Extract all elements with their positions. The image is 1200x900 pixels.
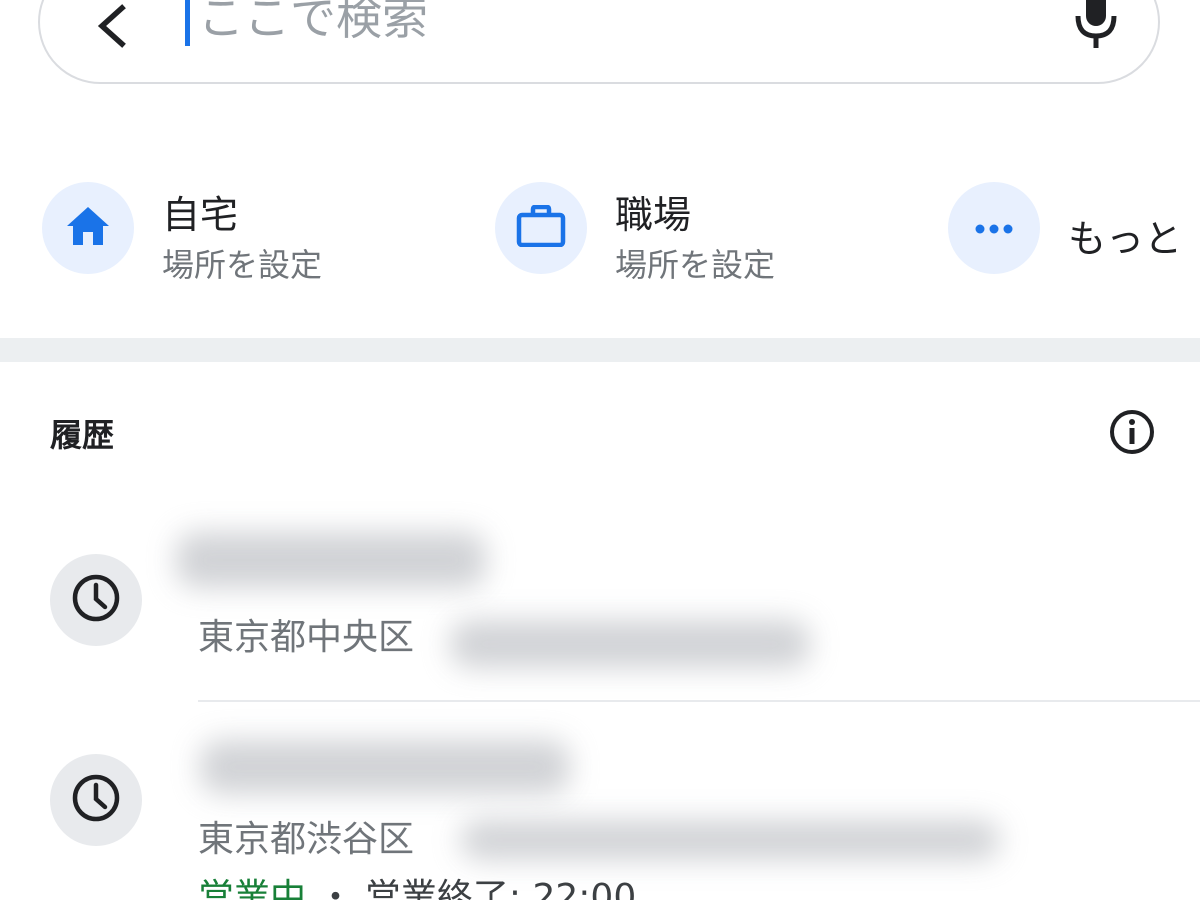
business-status: 営業中 ・ 営業終了: 22:00	[198, 868, 636, 900]
blurred-place-name	[200, 740, 570, 794]
search-bar[interactable]	[38, 0, 1160, 84]
shortcut-subtitle: 場所を設定	[615, 246, 776, 284]
history-heading: 履歴	[50, 416, 115, 454]
shortcut-title: 職場	[615, 193, 692, 237]
home-icon	[65, 205, 111, 251]
blurred-detail	[460, 820, 1000, 860]
microphone-icon[interactable]	[1068, 0, 1124, 50]
info-icon[interactable]	[1108, 408, 1156, 456]
history-address: 東京都渋谷区	[198, 819, 415, 860]
shortcut-title: 自宅	[162, 193, 239, 237]
text-cursor	[185, 0, 190, 46]
blurred-place-name	[176, 532, 486, 588]
history-item[interactable]: 東京都中央区	[0, 500, 1200, 700]
history-item[interactable]: 東京都渋谷区 営業中 ・ 営業終了: 22:00	[0, 702, 1200, 900]
clock-icon-button	[50, 554, 142, 646]
closing-time: 営業終了: 22:00	[364, 877, 637, 900]
shortcut-subtitle: 場所を設定	[162, 246, 323, 284]
clock-icon-button	[50, 754, 142, 846]
more-icon-button	[948, 182, 1040, 274]
status-separator: ・	[306, 877, 365, 900]
home-icon-button	[42, 182, 134, 274]
blurred-detail	[450, 620, 810, 668]
open-status: 営業中	[198, 877, 307, 900]
briefcase-icon-button	[495, 182, 587, 274]
shortcut-home[interactable]: 自宅 場所を設定	[42, 182, 442, 284]
back-arrow-icon[interactable]	[90, 2, 138, 50]
section-divider	[0, 338, 1200, 362]
more-horizontal-icon	[974, 219, 1014, 238]
clock-icon	[71, 773, 121, 827]
clock-icon	[71, 573, 121, 627]
shortcut-work[interactable]: 職場 場所を設定	[495, 182, 895, 284]
search-input[interactable]	[198, 0, 998, 48]
shortcut-more[interactable]: もっと	[948, 182, 1200, 278]
shortcut-title: もっと	[1068, 217, 1183, 261]
briefcase-icon	[516, 204, 566, 251]
maps-search-screen: 自宅 場所を設定 職場 場所を設定 もっと	[0, 0, 1200, 900]
history-address: 東京都中央区	[198, 617, 415, 658]
